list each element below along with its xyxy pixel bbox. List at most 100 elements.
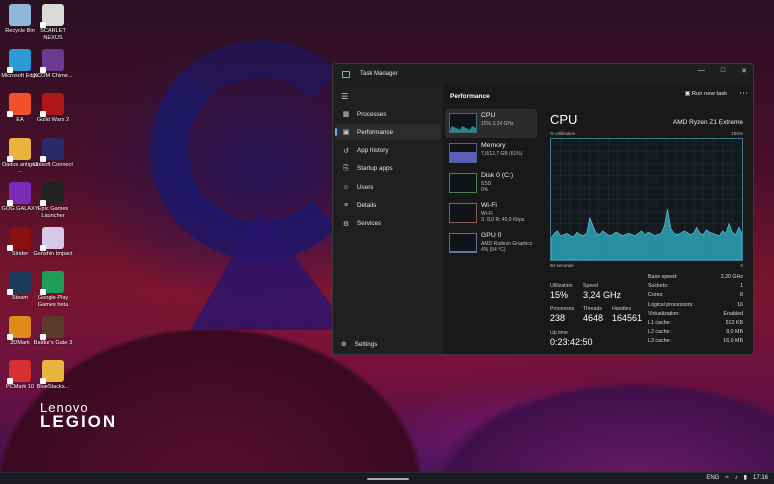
nav-item-startup-apps[interactable]: ⎘ Startup apps	[335, 161, 441, 177]
resource-item[interactable]: Memory 7,8/12,7 GB (61%)	[445, 139, 537, 168]
desktop-icon[interactable]: Google Play Games beta	[33, 271, 73, 308]
cpu-model: AMD Ryzen Z1 Extreme	[672, 119, 743, 126]
spec-key: L3 cache:	[648, 338, 671, 345]
legion-logo: Lenovo LEGION	[40, 400, 117, 432]
desktop-icon[interactable]: Baldur's Gate 3	[33, 315, 73, 347]
app-icon	[7, 182, 31, 206]
maximize-icon[interactable]: □	[721, 67, 725, 75]
nav-item-processes[interactable]: ▦ Processes	[335, 106, 441, 122]
startup-icon: ⎘	[343, 164, 349, 172]
desktop-icon[interactable]: Epic Games Launcher	[33, 182, 73, 219]
app-icon	[7, 48, 31, 73]
shortcut-arrow-icon	[40, 289, 46, 295]
resource-thumbnail	[449, 113, 477, 133]
spec-row: Sockets: 1	[648, 283, 743, 292]
shortcut-arrow-icon	[40, 66, 46, 73]
settings-button[interactable]: ⚙ Settings	[341, 341, 377, 348]
nav-item-label: Processes	[357, 110, 387, 118]
language-indicator[interactable]: ENG	[706, 475, 719, 481]
page-title: Performance	[450, 92, 490, 100]
app-icon	[9, 4, 31, 26]
resource-detail-line1: 7,8/12,7 GB (61%)	[481, 151, 523, 157]
processes-label: Processes	[550, 306, 575, 312]
desktop-icon[interactable]: Ubisoft Connect	[33, 137, 73, 169]
task-manager-icon	[342, 70, 350, 78]
desktop-icon-label: Google Play Games beta	[37, 295, 69, 308]
shortcut-arrow-icon	[40, 378, 46, 384]
battery-icon[interactable]: ▮	[744, 474, 747, 481]
spec-value: 8	[740, 292, 743, 299]
resource-item[interactable]: CPU 15% 3,24 GHz	[445, 109, 537, 138]
desktop-icon-label: XCOM Chime...	[33, 72, 73, 79]
app-icon	[40, 4, 64, 28]
spec-key: Logical processors:	[648, 301, 694, 308]
hamburger-menu-icon[interactable]: ☰	[341, 92, 348, 101]
shortcut-arrow-icon	[40, 244, 46, 251]
app-icon	[7, 93, 31, 117]
history-icon: ↺	[343, 147, 349, 155]
resource-item[interactable]: GPU 0 AMD Radeon Graphics 4% (54 °C)	[445, 229, 537, 258]
spec-row: L2 cache: 8,0 MB	[648, 329, 743, 338]
details-icon: ≡	[343, 202, 349, 209]
spec-value: 8,0 MB	[726, 329, 743, 336]
handles-label: Handles	[612, 306, 632, 312]
run-new-task-button[interactable]: ▣ Run new task	[685, 91, 727, 97]
close-icon[interactable]: ✕	[741, 67, 747, 75]
resource-item[interactable]: Wi-Fi Wi-Fi S: 8,0 R: 40,0 Kbps	[445, 199, 537, 228]
volume-icon[interactable]: ♪	[735, 475, 738, 481]
window-title: Task Manager	[360, 71, 398, 77]
shortcut-arrow-icon	[40, 22, 46, 28]
nav-item-users[interactable]: ☺ Users	[335, 179, 441, 195]
speed-stat: Speed 3,24 GHz	[583, 283, 621, 300]
nav-item-app-history[interactable]: ↺ App history	[335, 143, 441, 159]
resource-item[interactable]: Disk 0 (C:) SSD 0%	[445, 169, 537, 198]
shortcut-arrow-icon	[7, 111, 13, 117]
resource-list: CPU 15% 3,24 GHz Memory 7,8/12,7 GB (61%) Di…	[443, 108, 539, 259]
desktop-icon[interactable]: BlueStacks...	[33, 360, 73, 391]
content-header: Performance ▣ Run new task ⋯	[443, 84, 753, 108]
wallpaper-dune-right	[430, 380, 774, 484]
desktop-icon[interactable]: XCOM Chime...	[33, 48, 73, 80]
desktop-icon[interactable]: SCARLET NEXUS	[33, 4, 73, 41]
desktop-icon[interactable]: Guild Wars 2	[33, 93, 73, 124]
nav-item-label: Startup apps	[357, 165, 393, 173]
resource-detail: AMD Radeon Graphics 4% (54 °C)	[481, 241, 532, 253]
sparkline	[450, 174, 477, 193]
taskbar-handle[interactable]	[367, 478, 409, 480]
spec-value: 16,0 MB	[723, 338, 743, 345]
zero-label: 0	[740, 263, 743, 268]
wifi-icon[interactable]: ≈	[725, 475, 728, 481]
app-icon	[40, 93, 64, 117]
sparkline	[450, 126, 476, 132]
resource-thumbnail	[449, 143, 477, 163]
nav-item-services[interactable]: ⚙ Services	[335, 216, 441, 232]
nav-item-details[interactable]: ≡ Details	[335, 198, 441, 214]
seconds-label: 60 seconds	[550, 263, 574, 268]
shortcut-arrow-icon	[7, 289, 13, 295]
shortcut-arrow-icon	[7, 244, 13, 251]
users-icon: ☺	[342, 183, 350, 191]
resource-thumbnail	[449, 173, 477, 193]
grid-icon: ▦	[342, 111, 350, 118]
nav-item-label: Services	[357, 220, 382, 228]
shortcut-arrow-icon	[40, 333, 46, 340]
shortcut-arrow-icon	[7, 155, 13, 162]
desktop-icon-label: Genshin Impact	[33, 250, 73, 257]
resource-detail: Wi-Fi S: 8,0 R: 40,0 Kbps	[481, 211, 524, 223]
nav-item-performance[interactable]: ▣ Performance	[335, 124, 441, 141]
sidebar: ☰ ▦ Processes ▣ Performance ↺ App history ⎘ Sta…	[333, 84, 443, 354]
shortcut-arrow-icon	[7, 333, 13, 340]
gear-icon: ⚙	[341, 341, 347, 348]
desktop-icon[interactable]: Genshin Impact	[33, 226, 73, 258]
more-options-icon[interactable]: ⋯	[739, 88, 748, 99]
title-bar[interactable]: Task Manager — □ ✕	[333, 64, 753, 84]
clock[interactable]: 17:16	[753, 475, 768, 481]
resource-detail-line1: 15% 3,24 GHz	[481, 121, 514, 127]
app-icon	[40, 137, 64, 162]
speed-label: Speed	[583, 283, 599, 289]
app-icon	[40, 360, 64, 384]
run-new-task-label: Run new task	[691, 91, 727, 97]
minimize-icon[interactable]: —	[698, 67, 705, 75]
utilization-label: Utilization	[550, 283, 573, 289]
threads-value: 4648	[583, 313, 604, 323]
